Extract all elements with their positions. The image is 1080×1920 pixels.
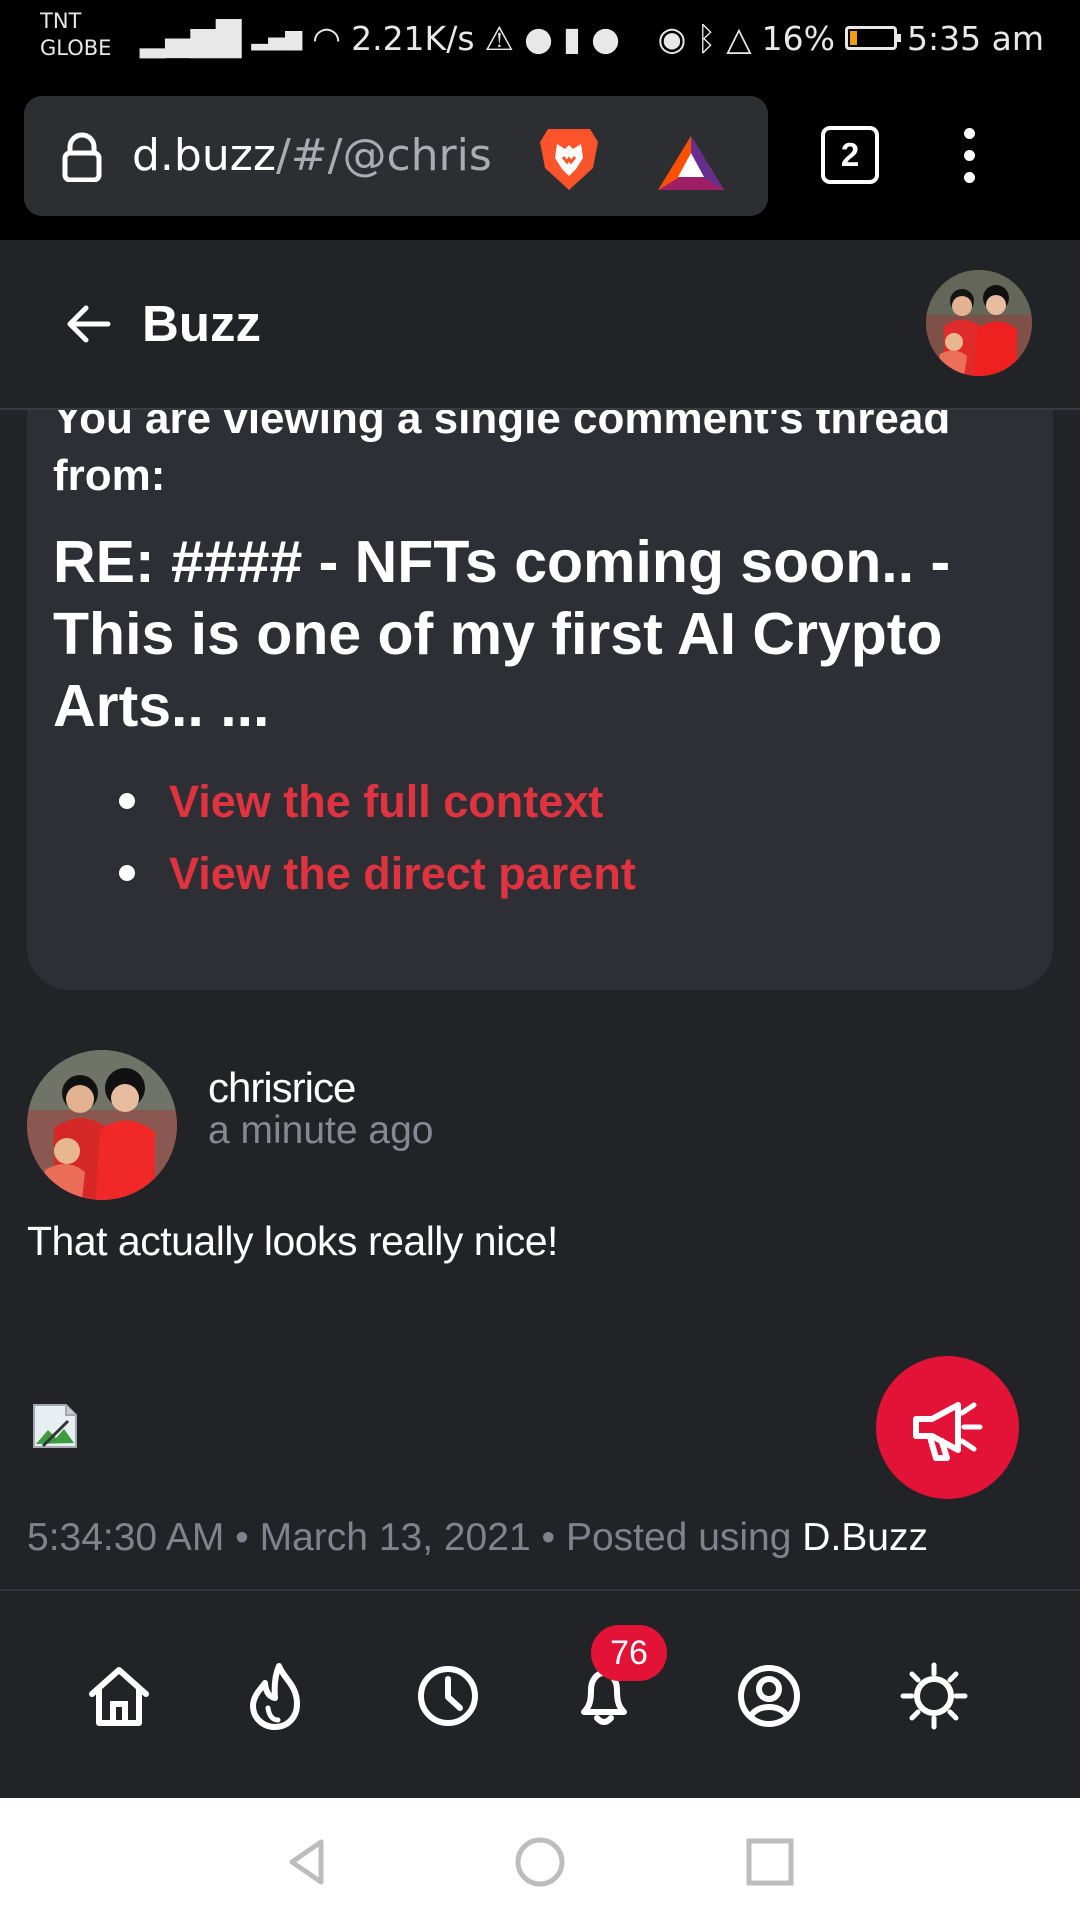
back-arrow-icon[interactable] xyxy=(62,302,114,346)
header-avatar[interactable] xyxy=(926,270,1032,376)
app-header: Buzz xyxy=(0,240,1080,410)
flame-icon xyxy=(250,1663,300,1730)
clock-icon xyxy=(418,1666,478,1726)
android-navigation-bar xyxy=(0,1798,1080,1920)
brave-lion-icon[interactable] xyxy=(536,124,602,194)
comment-author[interactable]: chrisrice xyxy=(208,1063,356,1113)
carrier-line-2: GLOBE xyxy=(40,36,112,60)
bluetooth-icon: ᛒ xyxy=(696,18,717,58)
comment-footer: 5:34:30 AM • March 13, 2021 • Posted usi… xyxy=(27,1512,928,1564)
thread-notice-heading: You are viewing a single comment's threa… xyxy=(53,410,951,500)
more-vert-icon[interactable] xyxy=(962,128,976,184)
eye-icon: ◉ xyxy=(657,18,687,58)
trending-nav-button[interactable] xyxy=(240,1661,310,1731)
url-domain: d.buzz xyxy=(132,130,276,181)
tab-counter-button[interactable]: 2 xyxy=(821,126,879,184)
message-bubble-icon: ● xyxy=(591,18,620,58)
broken-image-icon xyxy=(33,1404,77,1448)
view-direct-parent-link[interactable]: View the direct parent xyxy=(111,838,636,910)
user-circle-icon xyxy=(738,1665,800,1727)
back-triangle-icon[interactable] xyxy=(282,1836,334,1888)
browser-toolbar: d.buzz/#/@chris 2 xyxy=(0,76,1080,240)
parent-post-title: RE: #### - NFTs coming soon.. - This is … xyxy=(53,529,951,739)
battery-fill xyxy=(850,31,857,45)
home-icon xyxy=(89,1667,149,1726)
comment-author-avatar[interactable] xyxy=(27,1050,177,1200)
megaphone-icon xyxy=(913,1402,983,1461)
basic-attention-token-icon[interactable] xyxy=(656,134,726,192)
address-bar[interactable]: d.buzz/#/@chris xyxy=(24,96,768,216)
home-nav-button[interactable] xyxy=(84,1661,154,1731)
sun-icon xyxy=(900,1662,968,1730)
comment-timestamp: 5:34:30 AM • March 13, 2021 • Posted usi… xyxy=(27,1516,803,1559)
warning-icon: ⚠ xyxy=(484,18,515,58)
notifications-off-icon: △ xyxy=(726,18,752,58)
theme-nav-button[interactable] xyxy=(899,1661,969,1731)
url-path: /#/@chris xyxy=(275,130,492,181)
battery-percent: 16% xyxy=(761,18,836,58)
signal-secondary-icon: ▂▄▆ xyxy=(251,25,303,51)
game-controller-icon: ● xyxy=(524,18,553,58)
thread-notice-card: You are viewing a single comment's threa… xyxy=(27,410,1053,990)
author-avatar-image xyxy=(27,1050,177,1200)
avatar-image xyxy=(926,270,1032,376)
create-buzz-button[interactable] xyxy=(876,1356,1019,1499)
carrier-line-1: TNT xyxy=(40,9,82,33)
notification-count-badge: 76 xyxy=(591,1625,667,1681)
battery-alert-icon: ▮ xyxy=(562,18,582,58)
comment-body: That actually looks really nice! xyxy=(27,1218,558,1264)
app-title: Buzz xyxy=(142,295,261,352)
bottom-navigation: 76 xyxy=(0,1591,1080,1798)
view-full-context-link[interactable]: View the full context xyxy=(111,766,636,838)
home-circle-icon[interactable] xyxy=(514,1836,566,1888)
profile-nav-button[interactable] xyxy=(734,1661,804,1731)
url-text[interactable]: d.buzz/#/@chris xyxy=(132,126,510,186)
battery-icon xyxy=(845,26,902,50)
wifi-icon: ◠ xyxy=(312,18,342,58)
status-bar: TNT GLOBE ▂▄▆█ ▂▄▆ ◠ 2.21K/s ⚠ ● ▮ ● ◉ ᛒ… xyxy=(0,0,1080,76)
signal-icon: ▂▄▆█ xyxy=(140,18,242,58)
thread-context-links: View the full context View the direct pa… xyxy=(111,766,636,910)
network-speed: 2.21K/s xyxy=(351,18,475,58)
lock-icon xyxy=(62,132,102,182)
carrier-label: TNT GLOBE xyxy=(40,8,111,62)
latest-nav-button[interactable] xyxy=(413,1661,483,1731)
recents-square-icon[interactable] xyxy=(744,1836,796,1888)
status-icons-left: ▂▄▆█ ▂▄▆ ◠ 2.21K/s ⚠ ● ▮ ● xyxy=(140,18,620,58)
clock-time: 5:35 am xyxy=(907,18,1044,58)
status-icons-right: ◉ ᛒ △ 16% 5:35 am xyxy=(658,18,1044,58)
comment-relative-time: a minute ago xyxy=(208,1109,434,1152)
posted-using-dbuzz-link[interactable]: D.Buzz xyxy=(802,1516,928,1559)
